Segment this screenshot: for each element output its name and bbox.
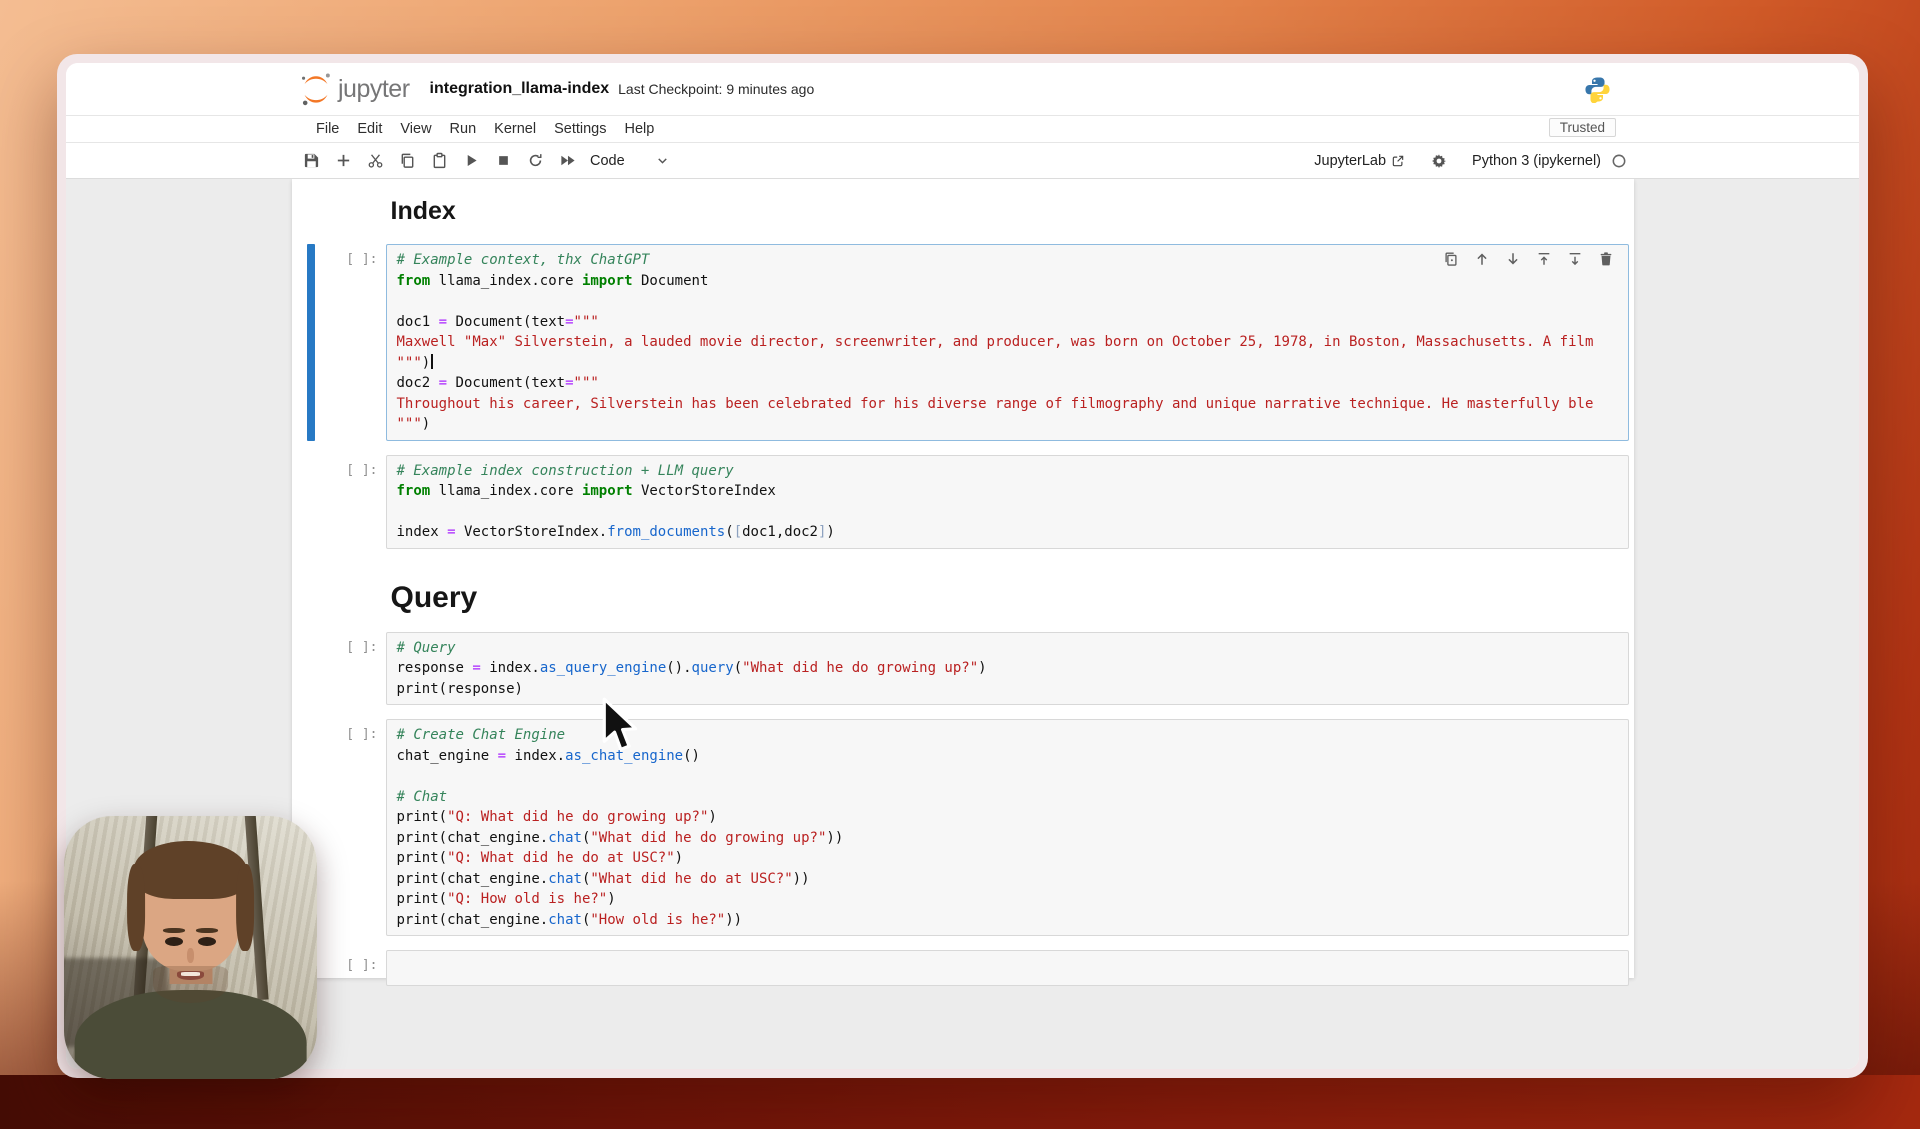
- menu-file[interactable]: File: [316, 121, 339, 137]
- code-cell[interactable]: [ ]: # Create Chat Engine chat_engine = in…: [292, 719, 1629, 936]
- webcam-overlay: [64, 816, 317, 1079]
- move-up-icon[interactable]: [1474, 251, 1490, 267]
- add-icon[interactable]: [335, 152, 352, 169]
- notebook-scroll-area[interactable]: Index [ ]: # Example context, thx ChatGPT f…: [66, 179, 1859, 1069]
- trusted-badge: Trusted: [1548, 118, 1616, 137]
- run-all-icon[interactable]: [559, 152, 576, 169]
- code-cell-input[interactable]: [385, 950, 1629, 986]
- code-cell[interactable]: [ ]:: [292, 950, 1629, 986]
- cell-prompt: [ ]:: [346, 252, 378, 267]
- text-caret: [431, 353, 434, 369]
- gear-icon[interactable]: [1431, 153, 1447, 169]
- cell-prompt: [ ]:: [346, 639, 378, 655]
- chevron-down-icon[interactable]: [655, 153, 670, 168]
- stop-icon[interactable]: [495, 152, 512, 169]
- cut-icon[interactable]: [367, 152, 384, 169]
- jupyterlab-link[interactable]: JupyterLab: [1314, 153, 1386, 169]
- code-cell[interactable]: [ ]: # Example index construction + LLM q…: [292, 454, 1629, 549]
- code-cell[interactable]: [ ]: # Example context, thx ChatGPT from l…: [292, 244, 1629, 441]
- cell-toolbar: [1443, 251, 1614, 267]
- menu-run[interactable]: Run: [450, 121, 477, 137]
- menu-items: File Edit View Run Kernel Settings Help: [316, 121, 654, 137]
- menu-view[interactable]: View: [400, 121, 431, 137]
- mouse-cursor-icon: [600, 696, 640, 758]
- notebook-toolbar: Code JupyterLab Python 3 (ipykernel): [66, 143, 1859, 179]
- python-logo-icon: [1584, 76, 1611, 104]
- checkpoint-status: Last Checkpoint: 9 minutes ago: [618, 81, 815, 97]
- menu-edit[interactable]: Edit: [357, 121, 382, 137]
- cell-type-dropdown[interactable]: Code: [590, 153, 625, 169]
- insert-below-icon[interactable]: [1567, 251, 1583, 267]
- wallpaper-bottom-shadow: [0, 1075, 1920, 1129]
- menu-settings[interactable]: Settings: [554, 121, 606, 137]
- copy-icon[interactable]: [399, 152, 416, 169]
- restart-icon[interactable]: [527, 152, 544, 169]
- heading-query[interactable]: Query: [292, 581, 1634, 615]
- selected-cell-indicator: [306, 244, 315, 441]
- code-cell-input[interactable]: # Example index construction + LLM query…: [385, 454, 1629, 549]
- notebook-filename[interactable]: integration_llama-index: [430, 80, 610, 98]
- code-cell[interactable]: [ ]: # Query response = index.as_query_eng…: [292, 631, 1629, 705]
- move-down-icon[interactable]: [1505, 251, 1521, 267]
- duplicate-icon[interactable]: [1443, 251, 1459, 267]
- presenter-torso: [74, 989, 307, 1079]
- kernel-name[interactable]: Python 3 (ipykernel): [1472, 153, 1601, 169]
- run-icon[interactable]: [463, 152, 480, 169]
- menu-help[interactable]: Help: [624, 121, 654, 137]
- heading-index[interactable]: Index: [292, 197, 1634, 226]
- code-cell-input[interactable]: # Create Chat Engine chat_engine = index.…: [385, 719, 1629, 936]
- jupyter-window: jupyter integration_llama-index Last Che…: [57, 54, 1868, 1078]
- code-cell-input[interactable]: # Query response = index.as_query_engine(…: [385, 631, 1629, 705]
- code-cell-input[interactable]: # Example context, thx ChatGPT from llama…: [385, 244, 1629, 441]
- trash-icon[interactable]: [1598, 251, 1614, 267]
- kernel-status-icon: [1611, 153, 1627, 169]
- menu-kernel[interactable]: Kernel: [494, 121, 536, 137]
- notebook-page: Index [ ]: # Example context, thx ChatGPT f…: [291, 179, 1634, 986]
- external-link-icon[interactable]: [1391, 154, 1405, 168]
- cell-prompt: [ ]:: [346, 462, 378, 478]
- paste-icon[interactable]: [431, 152, 448, 169]
- save-icon[interactable]: [303, 152, 320, 169]
- toolbar-left-icons: [303, 152, 576, 169]
- insert-above-icon[interactable]: [1536, 251, 1552, 267]
- jupyter-wordmark: jupyter: [338, 74, 410, 103]
- jupyter-logo-icon: [298, 71, 334, 107]
- cell-prompt: [ ]:: [346, 727, 378, 742]
- title-bar: jupyter integration_llama-index Last Che…: [66, 63, 1859, 116]
- menu-bar: File Edit View Run Kernel Settings Help Truste…: [66, 116, 1859, 143]
